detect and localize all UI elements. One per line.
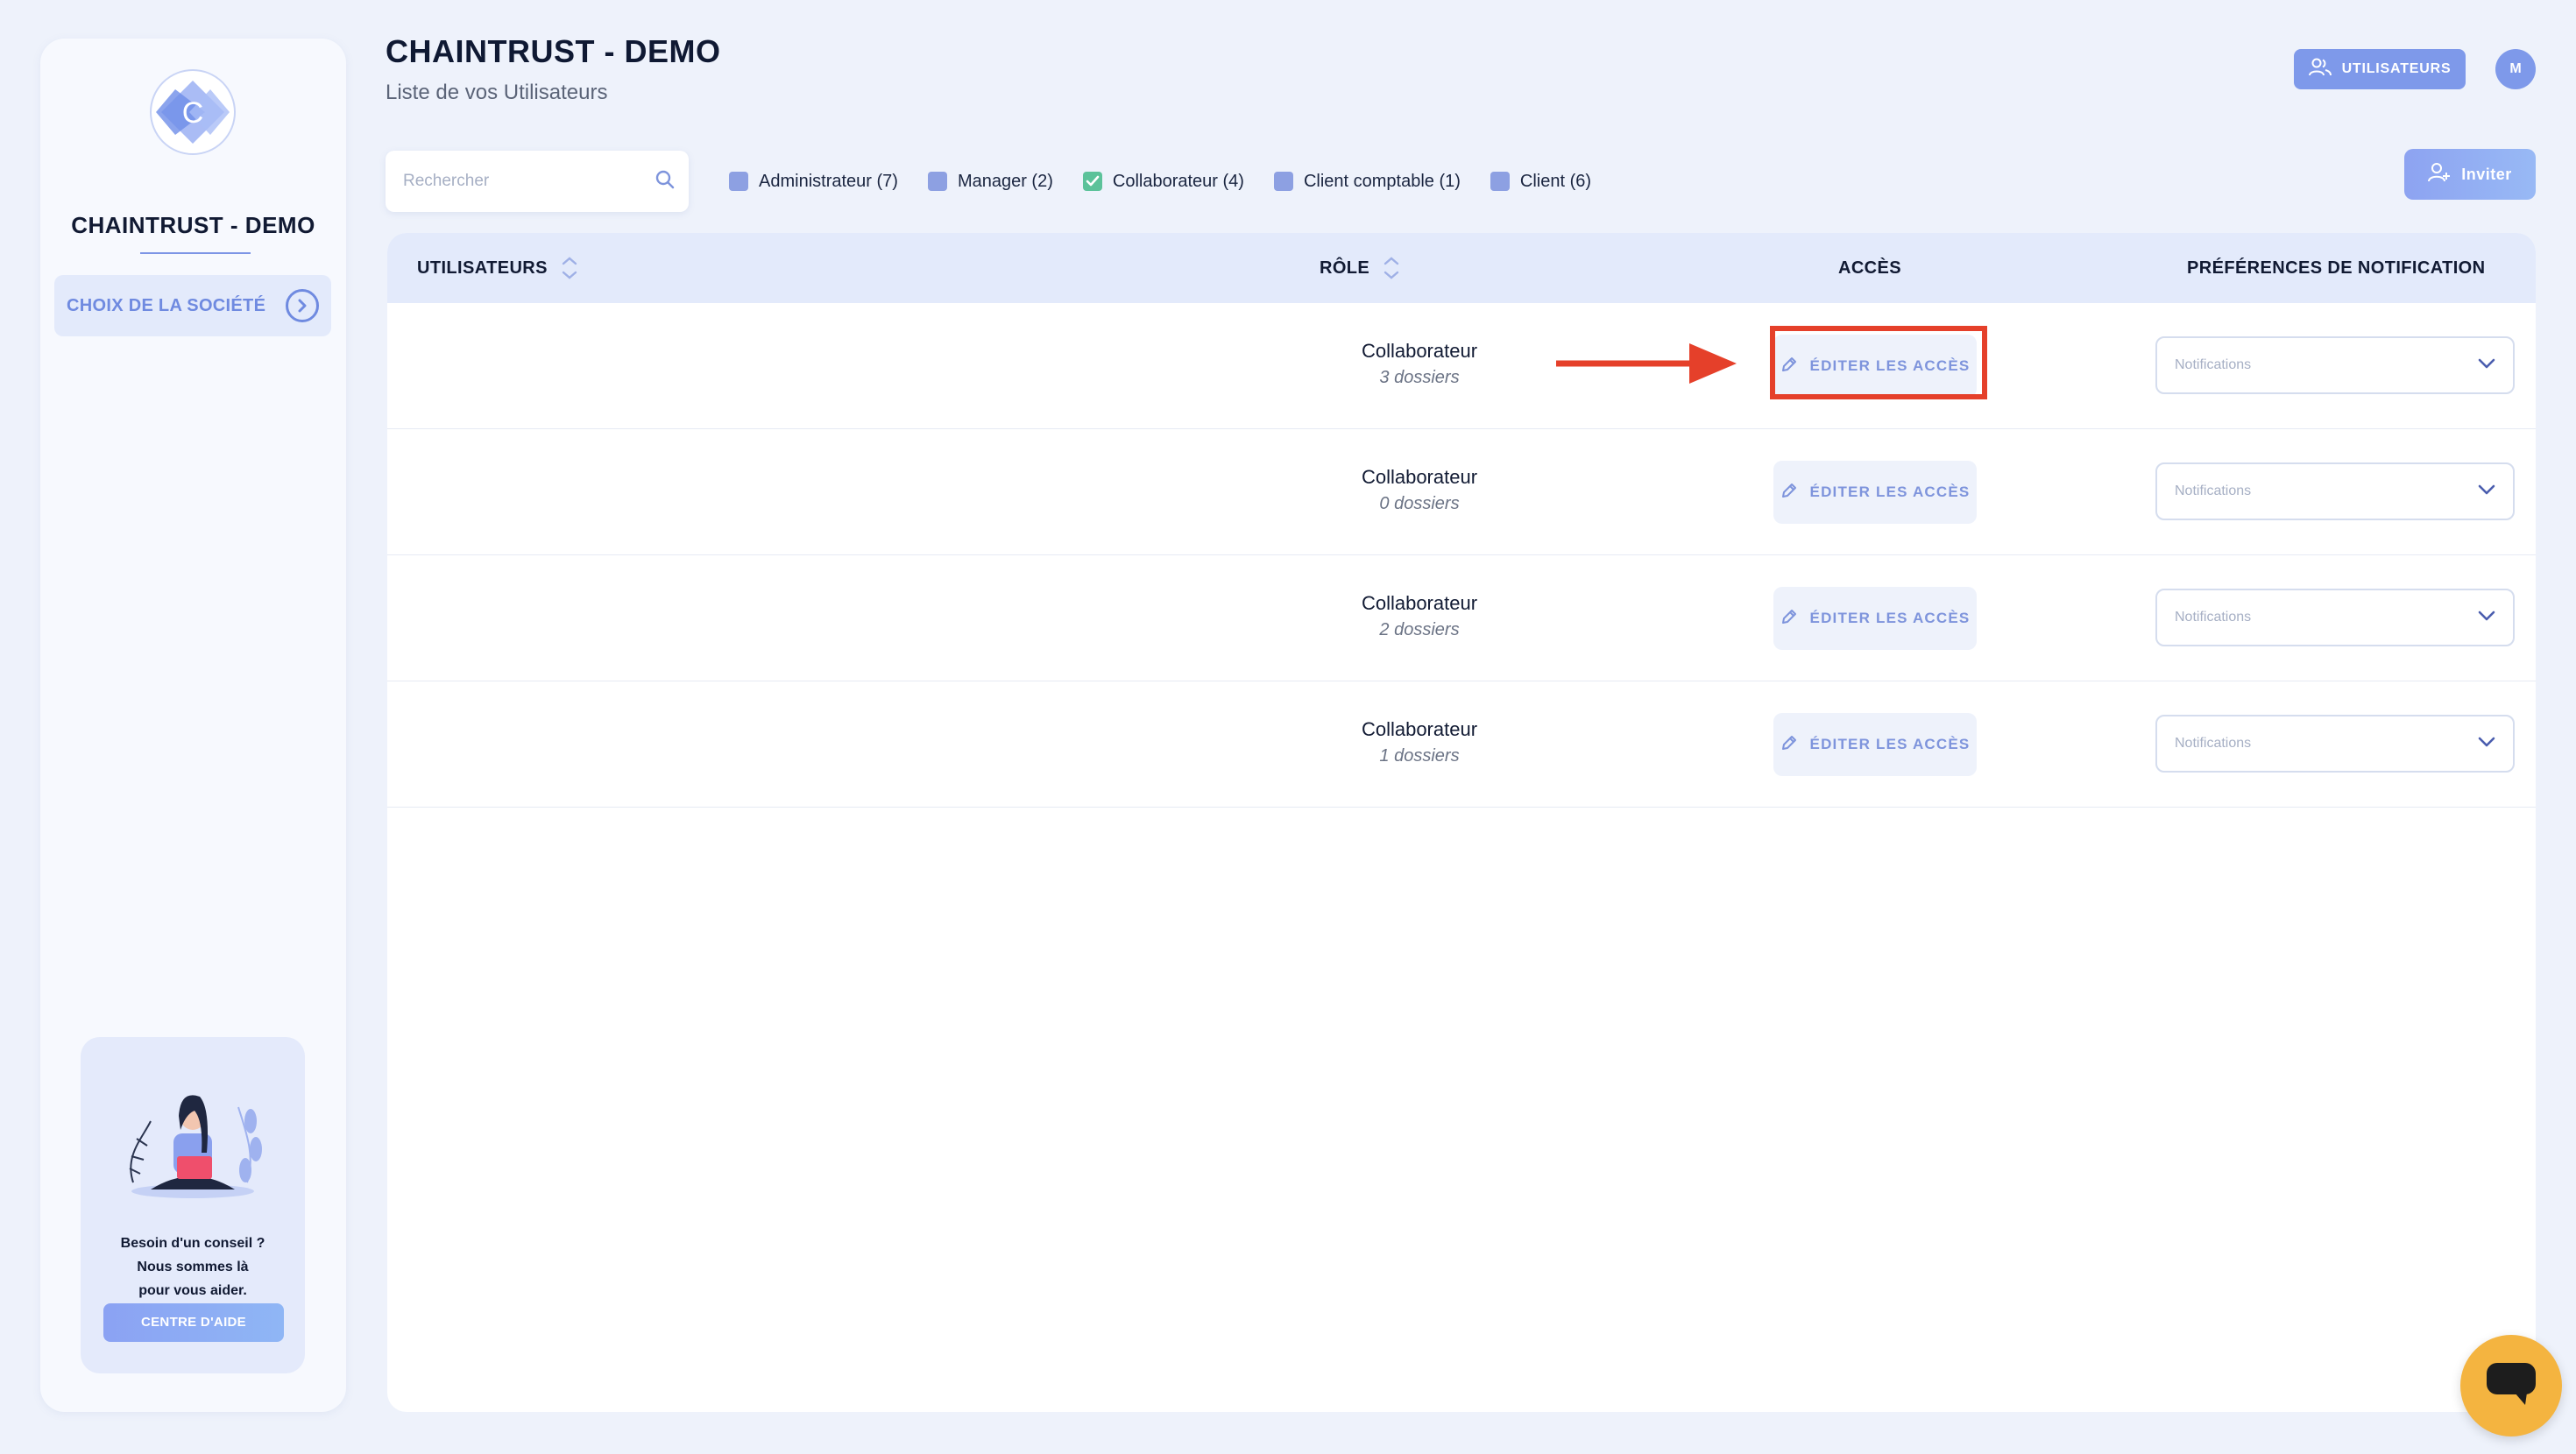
column-header-role: RÔLE	[1320, 233, 1399, 303]
chevron-down-icon	[2478, 610, 2495, 625]
notifications-select[interactable]: Notifications	[2155, 462, 2515, 520]
pencil-icon	[1780, 608, 1798, 630]
pencil-icon	[1780, 734, 1798, 756]
pencil-icon	[1780, 482, 1798, 504]
check-icon	[1086, 175, 1100, 187]
edit-access-button[interactable]: ÉDITER LES ACCÈS	[1773, 587, 1977, 650]
notifications-select[interactable]: Notifications	[2155, 715, 2515, 773]
edit-access-label: ÉDITER LES ACCÈS	[1809, 483, 1971, 500]
search-box	[386, 151, 689, 212]
folder-count: 0 dossiers	[1379, 494, 1460, 513]
page-title: CHAINTRUST - DEMO	[386, 33, 721, 69]
column-header-users: UTILISATEURS	[417, 233, 577, 303]
filter-label: Collaborateur (4)	[1112, 171, 1244, 191]
filter-client[interactable]: Client (6)	[1490, 172, 1591, 192]
filter-manager[interactable]: Manager (2)	[927, 171, 1053, 192]
users-icon	[2308, 58, 2332, 81]
role-cell: Collaborateur 0 dossiers	[1306, 466, 1533, 514]
filter-label: Client comptable (1)	[1303, 171, 1461, 191]
chevron-right-circle-icon	[286, 289, 319, 322]
svg-text:C: C	[182, 96, 204, 130]
user-plus-icon	[2428, 162, 2451, 187]
role-name: Collaborateur	[1361, 718, 1478, 740]
folder-count: 2 dossiers	[1379, 620, 1460, 639]
help-text: Besoin d'un conseil ? Nous sommes là pou…	[81, 1232, 305, 1302]
chevron-down-icon	[2478, 357, 2495, 373]
company-logo: C	[149, 68, 237, 156]
filter-checkbox-checked[interactable]	[1082, 172, 1102, 191]
filter-client-comptable[interactable]: Client comptable (1)	[1273, 171, 1461, 192]
search-input[interactable]	[403, 172, 655, 191]
help-text-line: Besoin d'un conseil ?	[120, 1236, 265, 1251]
column-header-access: ACCÈS	[1838, 258, 1902, 278]
filter-administrateur[interactable]: Administrateur (7)	[729, 172, 898, 192]
folder-count: 1 dossiers	[1379, 746, 1460, 766]
invite-button[interactable]: Inviter	[2404, 149, 2536, 200]
role-name: Collaborateur	[1361, 340, 1478, 362]
help-card: Besoin d'un conseil ? Nous sommes là pou…	[81, 1037, 305, 1373]
page-subtitle: Liste de vos Utilisateurs	[386, 81, 608, 104]
role-cell: Collaborateur 3 dossiers	[1306, 340, 1533, 388]
table-header: UTILISATEURS RÔLE ACCÈS PRÉFÉRENCES DE N…	[387, 233, 2536, 303]
filter-checkbox[interactable]	[729, 172, 748, 191]
help-text-line: Nous sommes là	[137, 1260, 249, 1274]
company-name-underline	[140, 252, 251, 254]
role-filters: Administrateur (7) Manager (2) Collabora…	[729, 168, 1621, 194]
sort-arrows-icon[interactable]	[562, 257, 577, 279]
help-text-line: pour vous aider.	[138, 1283, 247, 1298]
table-row: Collaborateur 0 dossiers ÉDITER LES ACCÈ…	[387, 429, 2536, 555]
filter-label: Administrateur (7)	[759, 171, 898, 191]
folder-count: 3 dossiers	[1379, 368, 1460, 387]
chat-icon	[2485, 1361, 2537, 1411]
filter-checkbox[interactable]	[927, 172, 947, 191]
avatar[interactable]: M	[2495, 49, 2536, 89]
column-header-label: RÔLE	[1320, 258, 1370, 278]
filter-label: Client (6)	[1519, 171, 1592, 191]
role-name: Collaborateur	[1361, 466, 1478, 488]
invite-button-label: Inviter	[2461, 165, 2512, 183]
table-row: Collaborateur 2 dossiers ÉDITER LES ACCÈ…	[387, 555, 2536, 681]
users-table: UTILISATEURS RÔLE ACCÈS PRÉFÉRENCES DE N…	[387, 233, 2536, 1412]
notifications-placeholder: Notifications	[2175, 736, 2252, 751]
table-row: Collaborateur 1 dossiers ÉDITER LES ACCÈ…	[387, 681, 2536, 808]
chevron-down-icon	[2478, 483, 2495, 499]
table-row: Collaborateur 3 dossiers ÉDITER LES ACCÈ…	[387, 303, 2536, 429]
search-icon[interactable]	[655, 170, 675, 194]
chat-button[interactable]	[2460, 1335, 2562, 1436]
edit-access-button[interactable]: ÉDITER LES ACCÈS	[1773, 461, 1977, 524]
filter-checkbox[interactable]	[1273, 172, 1293, 191]
edit-access-label: ÉDITER LES ACCÈS	[1809, 736, 1971, 752]
users-button[interactable]: UTILISATEURS	[2294, 49, 2466, 89]
filter-label: Manager (2)	[957, 171, 1053, 191]
edit-access-button[interactable]: ÉDITER LES ACCÈS	[1773, 713, 1977, 776]
highlight-box	[1770, 326, 1987, 399]
chevron-down-icon	[2478, 736, 2495, 752]
column-header-label: UTILISATEURS	[417, 258, 548, 278]
notifications-placeholder: Notifications	[2175, 483, 2252, 498]
notifications-select[interactable]: Notifications	[2155, 589, 2515, 646]
role-cell: Collaborateur 2 dossiers	[1306, 592, 1533, 640]
arrow-annotation	[1556, 343, 1737, 384]
help-illustration	[116, 1069, 270, 1200]
users-button-label: UTILISATEURS	[2341, 61, 2452, 76]
help-center-button[interactable]: CENTRE D'AIDE	[103, 1303, 284, 1342]
sidebar: C CHAINTRUST - DEMO CHOIX DE LA SOCIÉTÉ	[40, 39, 346, 1412]
edit-access-label: ÉDITER LES ACCÈS	[1809, 610, 1971, 626]
notifications-placeholder: Notifications	[2175, 610, 2252, 625]
filter-collaborateur[interactable]: Collaborateur (4)	[1082, 171, 1244, 192]
role-cell: Collaborateur 1 dossiers	[1306, 718, 1533, 766]
sort-arrows-icon[interactable]	[1384, 257, 1399, 279]
company-switch-button[interactable]: CHOIX DE LA SOCIÉTÉ	[54, 275, 331, 336]
company-switch-label: CHOIX DE LA SOCIÉTÉ	[67, 295, 266, 315]
column-header-notifications: PRÉFÉRENCES DE NOTIFICATION	[2187, 258, 2486, 278]
filter-checkbox[interactable]	[1490, 172, 1510, 191]
notifications-select[interactable]: Notifications	[2155, 336, 2515, 394]
notifications-placeholder: Notifications	[2175, 357, 2252, 372]
company-name: CHAINTRUST - DEMO	[71, 212, 315, 238]
role-name: Collaborateur	[1361, 592, 1478, 614]
